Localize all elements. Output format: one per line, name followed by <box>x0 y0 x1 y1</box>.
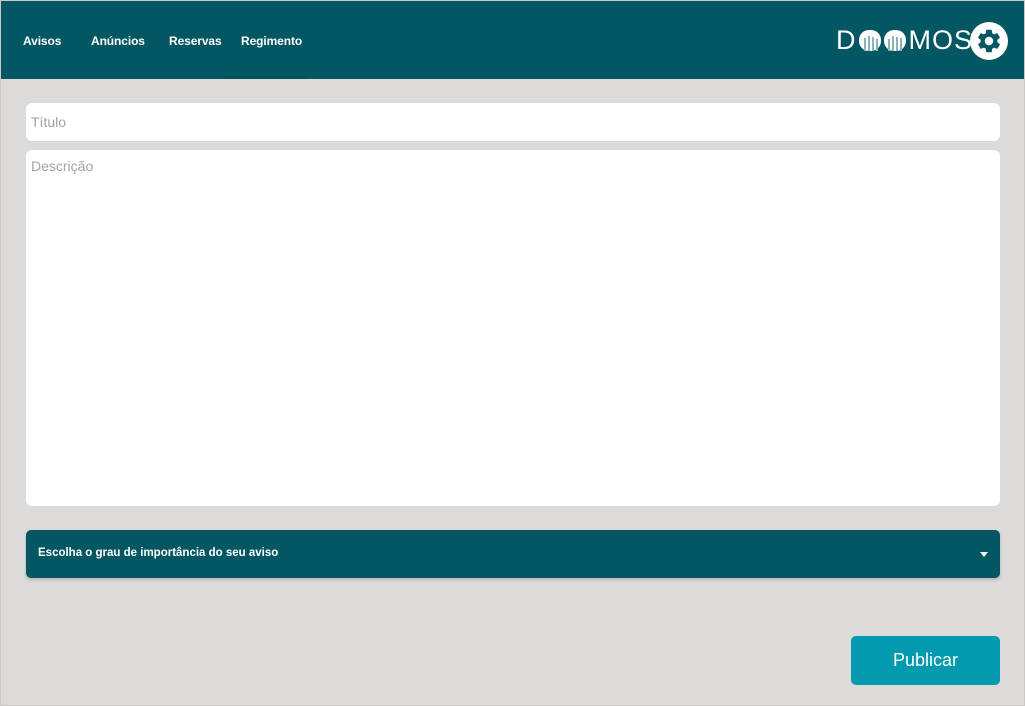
importance-select[interactable]: Escolha o grau de importância do seu avi… <box>26 530 1000 578</box>
dropdown-arrow-icon <box>980 552 988 557</box>
logo-text-start: D <box>836 24 857 55</box>
domos-logo: D MOS <box>836 25 973 55</box>
title-input[interactable] <box>26 103 1000 141</box>
importance-select-label: Escolha o grau de importância do seu avi… <box>38 547 279 559</box>
app-window: Avisos Anúncios Reservas Regimento D MOS… <box>0 0 1025 706</box>
publish-button[interactable]: Publicar <box>851 636 1000 685</box>
nav-item-regimento[interactable]: Regimento <box>241 34 302 48</box>
logo-wordmark: D MOS <box>836 25 973 56</box>
description-textarea[interactable] <box>26 150 1000 506</box>
nav-item-anuncios[interactable]: Anúncios <box>91 34 145 48</box>
gear-icon <box>978 29 1000 53</box>
top-navigation-bar: Avisos Anúncios Reservas Regimento D MOS <box>1 1 1024 79</box>
nav-item-reservas[interactable]: Reservas <box>169 34 222 48</box>
active-nav-indicator <box>225 76 309 79</box>
nav-item-avisos[interactable]: Avisos <box>23 34 61 48</box>
settings-button[interactable] <box>970 22 1008 60</box>
logo-building-mark <box>858 30 906 51</box>
logo-text-end: MOS <box>908 24 974 55</box>
